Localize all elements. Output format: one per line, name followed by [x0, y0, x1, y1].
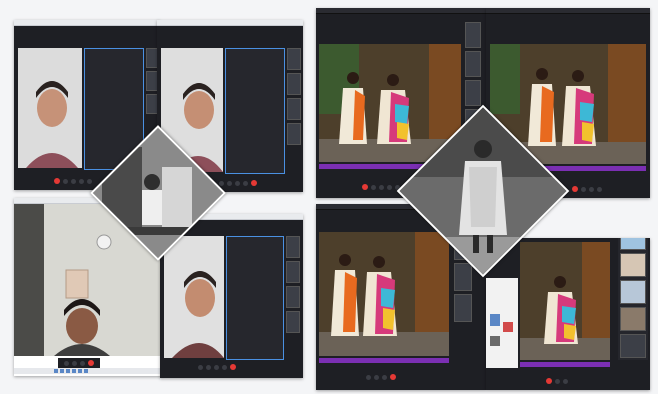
app-icon[interactable] [72, 369, 76, 373]
participant-strip [286, 236, 300, 333]
meeting-controls [366, 374, 396, 380]
share-screen-icon[interactable] [235, 180, 240, 186]
participant-thumbnail[interactable] [287, 98, 301, 120]
camera-icon[interactable] [72, 360, 77, 366]
share-screen-icon[interactable] [214, 364, 219, 370]
dance-video [319, 44, 461, 162]
meeting-controls [362, 184, 400, 190]
participant-thumbnail[interactable] [286, 236, 300, 258]
chat-icon[interactable] [243, 180, 248, 186]
participant-thumbnail[interactable] [620, 280, 646, 304]
microphone-icon[interactable] [198, 364, 203, 370]
end-call-icon[interactable] [390, 374, 396, 380]
participant-thumbnail[interactable] [465, 80, 481, 106]
end-call-icon[interactable] [546, 378, 552, 384]
camera-icon[interactable] [227, 180, 232, 186]
participant-video [164, 236, 224, 358]
participant-thumbnail[interactable] [287, 73, 301, 95]
video-window-bottom-right [160, 214, 303, 378]
participant-thumbnail[interactable] [287, 48, 301, 70]
dance-window-bottom-right [486, 238, 650, 390]
windows-taskbar [14, 368, 162, 374]
chat-icon[interactable] [222, 364, 227, 370]
camera-icon[interactable] [374, 374, 379, 380]
app-icon[interactable] [66, 369, 70, 373]
chat-icon[interactable] [87, 178, 92, 184]
camera-icon[interactable] [206, 364, 211, 370]
app-icon[interactable] [54, 369, 58, 373]
participant-thumbnail[interactable] [286, 261, 300, 283]
participant-video [18, 48, 82, 168]
meeting-controls [54, 178, 92, 184]
share-screen-icon[interactable] [387, 184, 392, 190]
app-icon[interactable] [490, 314, 500, 326]
camera-icon[interactable] [563, 378, 568, 384]
chat-icon[interactable] [80, 360, 85, 366]
participant-sidebar [618, 238, 648, 360]
microphone-icon[interactable] [371, 184, 376, 190]
end-call-icon[interactable] [572, 186, 578, 192]
camera-icon[interactable] [71, 178, 76, 184]
playback-progress-bar[interactable] [319, 358, 449, 363]
end-call-icon[interactable] [230, 364, 236, 370]
meeting-controls [572, 186, 602, 192]
screen-share-area [225, 48, 285, 174]
end-call-icon[interactable] [251, 180, 257, 186]
meeting-controls [546, 378, 568, 384]
meeting-controls [219, 180, 257, 186]
microphone-icon[interactable] [555, 378, 560, 384]
microphone-icon[interactable] [63, 178, 68, 184]
app-icon[interactable] [60, 369, 64, 373]
microphone-icon[interactable] [64, 360, 69, 366]
participant-thumbnail[interactable] [287, 123, 301, 145]
microphone-icon[interactable] [366, 374, 371, 380]
app-drawer [486, 278, 518, 368]
title-bar [316, 8, 486, 14]
share-screen-icon[interactable] [79, 178, 84, 184]
title-bar [486, 8, 650, 14]
meeting-controls [58, 358, 100, 368]
participant-thumbnail[interactable] [454, 294, 472, 322]
participant-thumbnail[interactable] [620, 238, 646, 250]
camera-icon[interactable] [379, 184, 384, 190]
participant-thumbnail[interactable] [465, 51, 481, 77]
share-screen-icon[interactable] [382, 374, 387, 380]
participant-thumbnail[interactable] [620, 334, 646, 358]
participant-thumbnail[interactable] [286, 311, 300, 333]
app-icon[interactable] [503, 322, 513, 332]
microphone-icon[interactable] [219, 180, 224, 186]
app-icon[interactable] [84, 369, 88, 373]
participant-thumbnail[interactable] [286, 286, 300, 308]
participant-thumbnail[interactable] [465, 22, 481, 48]
microphone-icon[interactable] [581, 186, 586, 192]
dance-video [319, 232, 449, 356]
participant-thumbnail[interactable] [454, 263, 472, 291]
app-icon[interactable] [78, 369, 82, 373]
app-icon[interactable] [490, 336, 500, 346]
end-call-icon[interactable] [362, 184, 368, 190]
participant-thumbnail[interactable] [620, 253, 646, 277]
participant-thumbnail[interactable] [620, 307, 646, 331]
screen-share-area [226, 236, 284, 360]
dance-video [520, 242, 610, 360]
participant-strip [287, 48, 301, 145]
end-call-icon[interactable] [88, 360, 94, 366]
chat-icon[interactable] [597, 186, 602, 192]
playback-progress-bar[interactable] [520, 362, 610, 367]
camera-icon[interactable] [589, 186, 594, 192]
end-call-icon[interactable] [54, 178, 60, 184]
meeting-controls [198, 364, 236, 370]
